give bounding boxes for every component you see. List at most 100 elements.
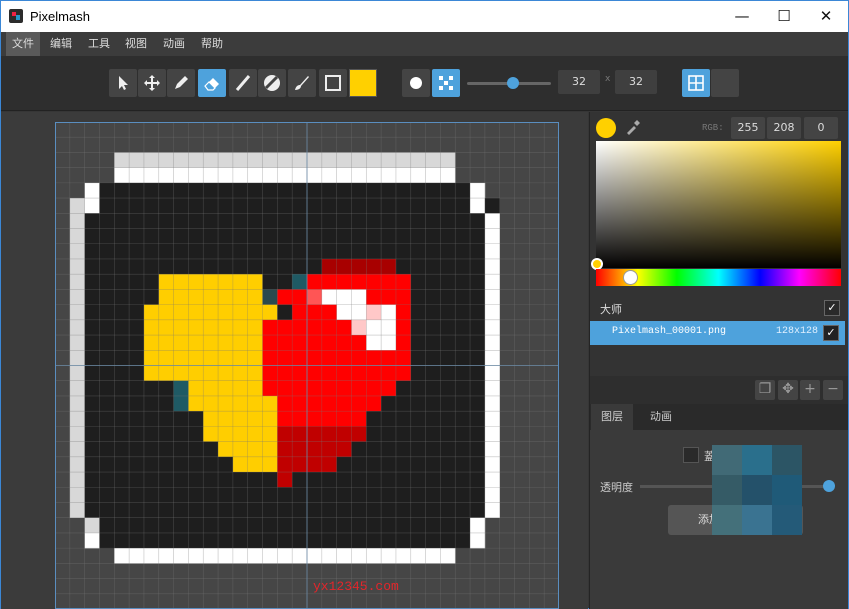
tab-layers[interactable]: 图层 <box>591 404 633 430</box>
round-brush-icon[interactable] <box>402 69 430 97</box>
green-value-input[interactable]: 208 <box>767 117 801 139</box>
pixel <box>410 456 426 473</box>
pixel <box>455 456 471 473</box>
primary-color-swatch[interactable] <box>349 69 377 97</box>
dither-brush-icon[interactable] <box>432 69 460 97</box>
pixel <box>69 289 85 305</box>
canvas-width-input[interactable]: 32 <box>558 70 600 94</box>
menu-help[interactable]: 帮助 <box>195 32 229 56</box>
pixel <box>143 441 160 458</box>
pixel <box>292 441 308 458</box>
rect-icon[interactable] <box>319 69 347 97</box>
pixel <box>381 548 397 564</box>
tile-toggle-button[interactable] <box>711 69 739 97</box>
pixel <box>336 274 352 290</box>
pencil-icon[interactable] <box>167 69 195 97</box>
pixel <box>218 274 234 290</box>
pixel <box>455 365 471 382</box>
layer-item-row[interactable]: Pixelmash_00001.png 128x128 ✓ <box>590 321 845 345</box>
pixel <box>425 365 441 382</box>
pixel <box>262 335 278 351</box>
move-layer-icon[interactable]: ✥ <box>778 380 798 400</box>
eyedropper-icon[interactable] <box>624 118 642 139</box>
pixel <box>114 289 130 305</box>
move-icon[interactable] <box>138 69 166 97</box>
pointer-icon[interactable] <box>109 69 137 97</box>
close-button[interactable]: ✕ <box>803 1 849 32</box>
pixel <box>232 380 248 397</box>
menu-tools[interactable]: 工具 <box>82 32 116 56</box>
pixel <box>232 517 248 534</box>
pixel <box>158 167 174 184</box>
pixel <box>84 472 100 488</box>
pixel <box>336 517 352 534</box>
minimize-button[interactable]: — <box>719 1 765 32</box>
pixel <box>425 182 441 199</box>
pixel <box>351 274 367 290</box>
watermark: yx12345.com <box>313 579 399 594</box>
pixel <box>484 411 500 427</box>
pixel <box>143 198 160 214</box>
pixel <box>455 319 471 336</box>
line-icon[interactable] <box>229 69 257 97</box>
tab-animation[interactable]: 动画 <box>640 404 682 430</box>
pixel <box>158 426 174 442</box>
menu-file[interactable]: 文件 <box>6 32 40 56</box>
pixel <box>381 304 397 321</box>
grid-toggle-icon[interactable] <box>682 69 710 97</box>
pixel <box>203 167 219 184</box>
pixel <box>277 441 293 458</box>
pixel <box>440 395 456 412</box>
pixel <box>351 319 367 336</box>
opacity-slider-knob[interactable] <box>823 480 835 492</box>
pixel <box>470 472 486 488</box>
pixel-canvas[interactable] <box>55 122 559 609</box>
pixel <box>321 411 337 427</box>
blue-value-input[interactable]: 0 <box>804 117 838 139</box>
pixel <box>470 258 486 275</box>
pixel <box>321 274 337 290</box>
pixel <box>188 304 204 321</box>
pixel <box>336 456 352 473</box>
pixel <box>292 213 308 229</box>
blend-checkbox[interactable] <box>683 447 699 463</box>
layer-group-visibility-check[interactable]: ✓ <box>824 300 840 316</box>
menu-view[interactable]: 视图 <box>119 32 153 56</box>
hue-slider-knob[interactable] <box>623 270 638 285</box>
pixel <box>247 472 263 488</box>
fill-icon[interactable] <box>258 69 286 97</box>
brush-icon[interactable] <box>288 69 316 97</box>
brush-size-slider-knob[interactable] <box>507 77 520 89</box>
pixel <box>232 532 248 549</box>
pixel <box>114 152 130 168</box>
layer-group-row[interactable]: 大师 ✓ <box>590 296 848 320</box>
pixel <box>351 411 367 427</box>
menu-animation[interactable]: 动画 <box>157 32 191 56</box>
pixel <box>470 426 486 442</box>
pixel <box>143 517 160 534</box>
pixel <box>84 228 100 245</box>
add-layer-icon[interactable]: + <box>800 380 820 400</box>
saturation-value-picker[interactable] <box>596 141 841 268</box>
eraser-icon[interactable] <box>198 69 226 97</box>
pixel <box>218 319 234 336</box>
duplicate-layer-icon[interactable]: ❐ <box>755 380 775 400</box>
pixel <box>395 228 412 245</box>
pixel <box>262 472 278 488</box>
pixel <box>262 380 278 397</box>
pixel <box>262 198 278 214</box>
menu-edit[interactable]: 编辑 <box>44 32 78 56</box>
pixel <box>188 258 204 275</box>
pixel <box>425 395 441 412</box>
current-color-swatch[interactable] <box>596 118 616 138</box>
pixel <box>410 167 426 184</box>
maximize-button[interactable]: ☐ <box>761 1 807 32</box>
layer-item-visibility-check[interactable]: ✓ <box>823 325 839 341</box>
pixel <box>410 258 426 275</box>
pixel <box>366 395 382 412</box>
red-value-input[interactable]: 255 <box>731 117 765 139</box>
pixel <box>381 350 397 366</box>
remove-layer-icon[interactable]: − <box>823 380 843 400</box>
canvas-height-input[interactable]: 32 <box>615 70 657 94</box>
pixel <box>232 487 248 503</box>
